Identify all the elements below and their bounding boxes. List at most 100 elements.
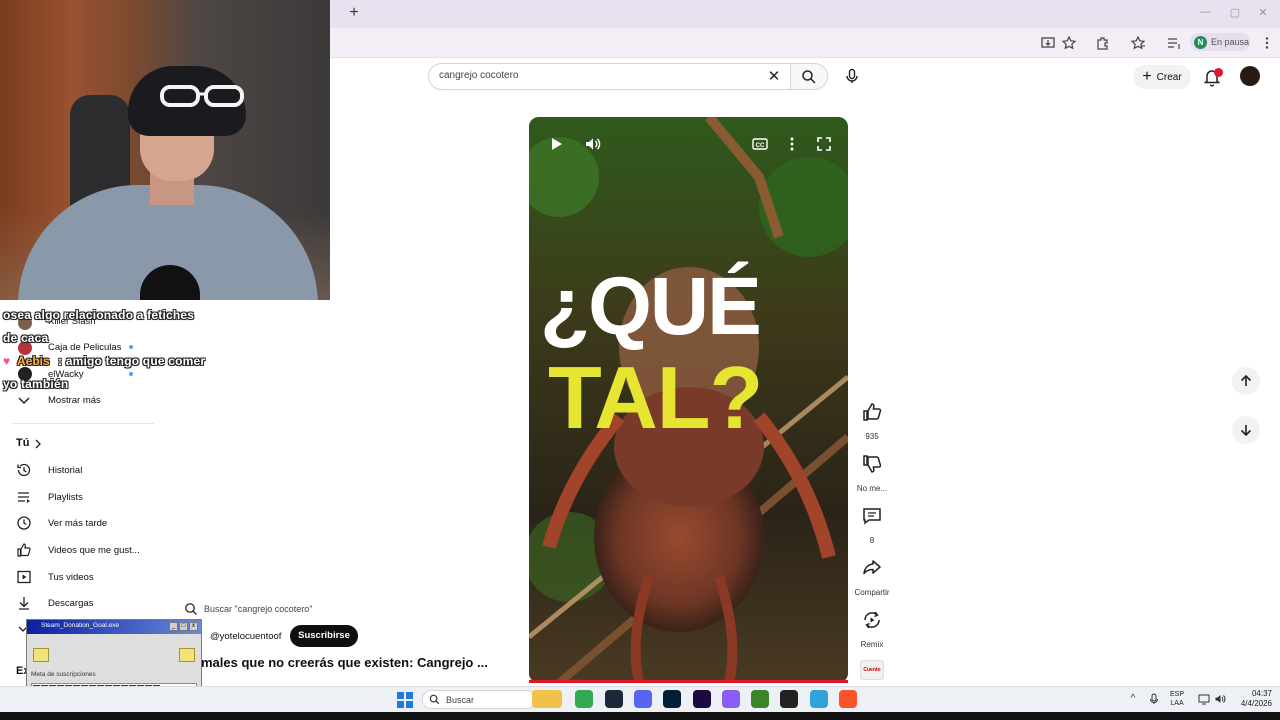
sidebar-item-liked[interactable]: Videos que me gust... [48,545,140,556]
speaker-icon[interactable] [1214,693,1226,705]
network-icon[interactable] [1198,693,1210,705]
arrow-down-icon [1240,425,1252,437]
next-short-button[interactable] [1232,416,1260,444]
create-button[interactable]: + Crear [1133,65,1191,89]
chat-username: Aebis [17,354,50,368]
reading-list-icon[interactable] [1166,35,1182,51]
dislike-icon[interactable] [860,452,884,476]
previous-short-button[interactable] [1232,367,1260,395]
minecraft-icon[interactable] [751,690,769,708]
channel-handle[interactable]: @yotelocuentoof [210,631,281,642]
minimize-button[interactable]: — [1198,6,1212,20]
clock-date: 4/4/2026 [1240,699,1272,708]
sidebar-item-history[interactable]: Historial [48,465,82,476]
play-icon[interactable] [547,135,565,153]
comments-icon[interactable] [860,504,884,528]
search-box [428,63,790,90]
search-suggestion-text: Buscar "cangrejo cocotero" [204,604,313,614]
subscribe-button[interactable]: Suscribirse [290,625,358,647]
volume-icon[interactable] [584,135,602,153]
video-title[interactable]: males que no creerás que existen: Cangre… [201,655,488,670]
create-label: Crear [1156,71,1182,83]
clock-time: 04:37 [1251,689,1272,698]
taskbar-search[interactable]: Buscar [422,690,536,709]
search-input[interactable] [439,70,759,81]
bookmark-star-icon[interactable] [1061,35,1077,51]
sunglasses [160,85,244,107]
profile-chip[interactable]: N En pausa [1190,33,1250,51]
search-suggestion-chip[interactable]: Buscar "cangrejo cocotero" [184,600,332,618]
search-icon [802,70,816,84]
chat-message-line: de caca [3,331,49,345]
comment-count: 8 [869,536,875,545]
microphone-icon [846,68,858,83]
dislike-label: No me... [856,484,888,493]
sidebar-item-your-videos[interactable]: Tus videos [48,572,94,583]
chat-message-line: osea algo relacionado a fetiches [3,308,195,322]
sidebar-item-watch-later[interactable]: Ver más tarde [48,518,107,529]
language-code: ESP [1170,691,1185,698]
watch-later-icon [17,516,31,530]
new-content-dot [129,372,133,376]
browser-menu-icon[interactable] [1259,35,1275,51]
captions-icon[interactable]: CC [751,135,769,153]
microphone-icon[interactable] [1148,693,1160,705]
share-icon[interactable] [860,556,884,580]
remix-icon[interactable] [860,608,884,632]
taskbar-search-placeholder: Buscar [446,694,475,705]
channel-thumbnail[interactable]: Cuento [860,660,884,680]
video-caption-line1: ¿QUÉ [540,261,762,352]
system-clock[interactable]: 04:37 4/4/2026 [1230,689,1272,709]
account-avatar[interactable] [1240,66,1260,86]
playlists-icon [18,492,30,503]
plus-icon: + [1142,68,1152,85]
edge-icon[interactable] [810,690,828,708]
chat-message-line: : amigo tengo que comer [58,354,206,368]
video-progress-bar[interactable] [529,680,848,683]
close-window-button[interactable]: ✕ [1256,6,1270,20]
maximize-button[interactable]: ▢ [1228,6,1242,20]
fullscreen-icon[interactable] [815,135,833,153]
notification-badge [1214,68,1223,77]
premiere-icon[interactable] [693,690,711,708]
steam-icon[interactable] [605,690,623,708]
photoshop-icon[interactable] [663,690,681,708]
chrome-icon[interactable] [575,690,593,708]
keyboard-language[interactable]: ESP LAA [1170,690,1184,708]
sidebar-item-playlists[interactable]: Playlists [48,492,83,503]
file-explorer-icon[interactable] [532,690,562,708]
discord-icon[interactable] [634,690,652,708]
you-section-heading[interactable]: Tú [16,437,29,449]
chevron-right-icon [35,439,41,449]
extensions-icon[interactable] [1095,35,1111,51]
show-more-link[interactable]: Mostrar más [48,395,101,406]
clear-search-icon[interactable]: ✕ [766,69,782,85]
chevron-up-icon[interactable]: ^ [1127,693,1139,705]
search-icon [185,603,197,615]
sidebar-item-downloads[interactable]: Descargas [48,598,93,609]
video-caption-line2: TAL? [548,348,763,447]
downloads-icon [19,597,29,610]
more-options-icon[interactable] [783,135,801,153]
search-button[interactable] [790,63,828,90]
new-tab-button[interactable]: + [346,5,362,21]
like-icon[interactable] [860,400,884,424]
folder-icon [33,648,49,662]
install-app-icon[interactable] [1040,35,1056,51]
profile-avatar: N [1194,35,1207,49]
goal-maximize-icon: □ [179,622,188,631]
subscription-label[interactable]: Caja de Peliculas [48,342,121,353]
chevron-down-icon[interactable] [16,392,32,408]
profile-status: En pausa [1211,37,1250,47]
brave-icon[interactable] [839,690,857,708]
goal-label: Meta de suscripciones [31,671,96,678]
bookmarks-icon[interactable] [1130,35,1146,51]
media-icon[interactable] [780,690,798,708]
windows-start-icon[interactable] [397,692,413,708]
new-content-dot [129,345,133,349]
obs-icon[interactable] [722,690,740,708]
arrow-up-icon [1240,374,1252,386]
layout-code: LAA [1170,700,1184,707]
voice-search-button[interactable] [838,63,865,90]
goal-window-title: Steam_Donation_Goal.exe [41,622,120,629]
